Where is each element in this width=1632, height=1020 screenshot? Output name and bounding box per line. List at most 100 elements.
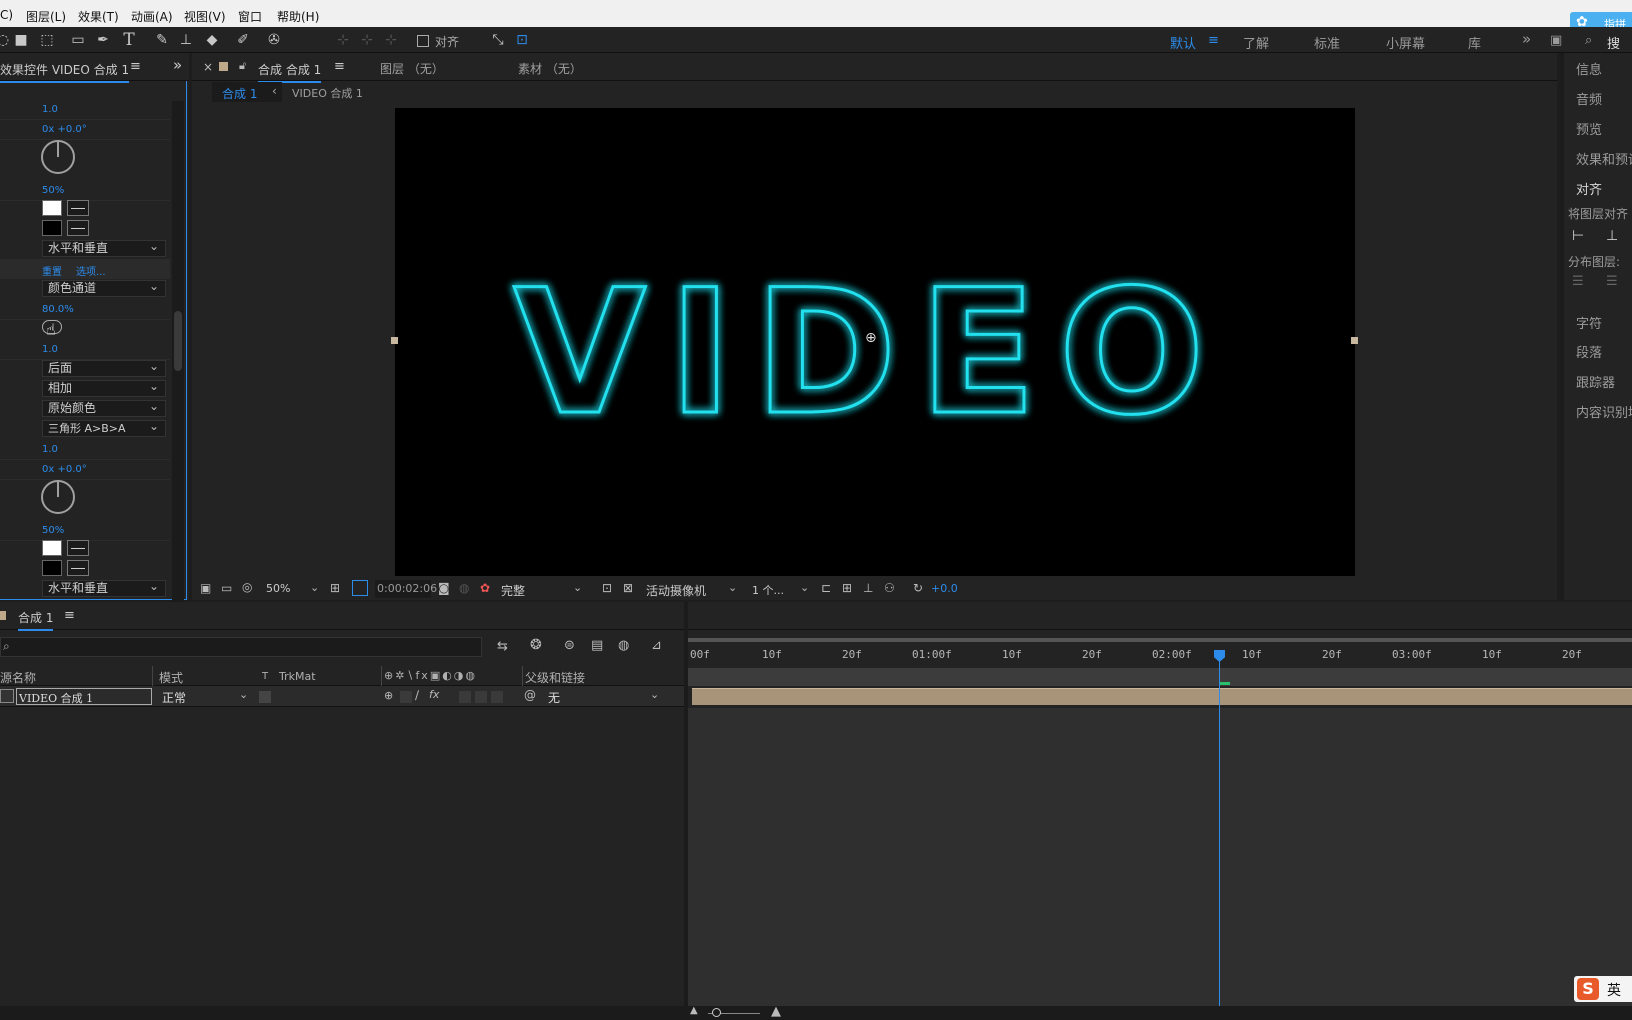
search-icon[interactable]: ⌕ (1585, 33, 1592, 48)
motion-blur-switch[interactable] (475, 691, 487, 703)
reset-link[interactable]: 重置 (42, 263, 62, 278)
layer-name-field[interactable]: VIDEO 合成 1 (16, 688, 152, 705)
composition-tab[interactable]: 合成 合成 1 (258, 61, 322, 83)
eyedropper-icon[interactable] (67, 560, 89, 576)
eyedropper-icon[interactable] (67, 540, 89, 556)
panel-tracker[interactable]: 跟踪器 (1576, 372, 1615, 391)
parent-pickwhip-icon[interactable]: @ (524, 688, 536, 702)
param-value[interactable]: 1.0 (42, 104, 58, 115)
color-swatch-white[interactable] (42, 200, 62, 216)
breadcrumb-active[interactable]: 合成 1 ‹ (212, 82, 282, 102)
panel-paragraph[interactable]: 段落 (1576, 342, 1602, 361)
timecode-display[interactable]: 0:00:02:06 (375, 580, 437, 598)
rectangle-icon[interactable]: ▭ (69, 31, 87, 49)
overflow-chevron-icon[interactable]: » (1522, 30, 1531, 48)
param-value[interactable]: 1.0 (42, 444, 58, 455)
hide-shy-layers-icon[interactable]: ⊜ (564, 638, 575, 653)
panel-character[interactable]: 字符 (1576, 313, 1602, 332)
param-value[interactable]: 80.0% (42, 304, 74, 315)
color-swatch-black[interactable] (42, 220, 62, 236)
brush-icon[interactable]: ✎ (153, 31, 171, 49)
reset-exposure-icon[interactable]: ↻ (913, 581, 923, 595)
graph-editor-icon[interactable]: ⊿ (651, 638, 662, 653)
column-mode[interactable]: 模式 (159, 669, 183, 686)
show-snapshot-icon[interactable]: ◍ (459, 581, 469, 595)
eraser-icon[interactable]: ◆ (203, 31, 221, 49)
blend-dropdown[interactable]: 相加 (42, 379, 166, 397)
effect-controls-tab[interactable]: 效果控件 VIDEO 合成 1 ≡ » (0, 53, 189, 83)
pan-behind-icon[interactable]: ⬚ (38, 31, 56, 49)
adjustment-switch[interactable] (491, 691, 503, 703)
param-value[interactable]: 0x +0.0° (42, 124, 87, 135)
scrollbar-thumb[interactable] (174, 311, 182, 371)
menu-item-view[interactable]: 视图(V) (184, 8, 226, 25)
distribute-center-icon[interactable]: ☰ (1606, 274, 1618, 289)
options-link[interactable]: 选项... (76, 263, 106, 278)
composite-dropdown[interactable]: 后面 (42, 359, 166, 377)
footage-tab[interactable]: 素材 （无） (518, 60, 582, 77)
panel-audio[interactable]: 音频 (1576, 89, 1602, 108)
fast-previews-icon[interactable]: ⊞ (842, 581, 852, 595)
workspace-menu-icon[interactable]: ≡ (1208, 33, 1219, 48)
snap-target-icon[interactable]: ⊡ (513, 31, 531, 49)
param-value[interactable]: 0x +0.0° (42, 464, 87, 475)
waveform-dropdown[interactable]: 三角形 A>B>A (42, 419, 166, 437)
channel-dropdown[interactable]: 颜色通道 (42, 279, 166, 297)
exposure-value[interactable]: +0.0 (931, 582, 958, 595)
color-source-dropdown[interactable]: 原始颜色 (42, 399, 166, 417)
panel-info[interactable]: 信息 (1576, 59, 1602, 78)
collapse-switch[interactable] (400, 691, 412, 703)
zoom-slider-thumb[interactable] (712, 1008, 721, 1017)
layer-duration-bar[interactable] (692, 688, 1632, 705)
camera-dropdown[interactable]: 活动摄像机 ⌄ (642, 580, 740, 598)
toggle-pixel-aspect-icon[interactable]: ⊏ (821, 581, 831, 595)
color-swatch-black[interactable] (42, 560, 62, 576)
flowchart-icon[interactable]: ⚇ (884, 581, 895, 595)
angle-dial[interactable] (41, 140, 75, 174)
panel-effects-presets[interactable]: 效果和预设 (1576, 149, 1632, 168)
distribute-top-icon[interactable]: ☰ (1572, 274, 1584, 289)
menu-item-window[interactable]: 窗口 (238, 8, 262, 25)
layer-tab[interactable]: 图层 （无） (380, 60, 444, 77)
zoom-out-icon[interactable]: ▲ (690, 1005, 698, 1016)
work-area-bar[interactable] (688, 638, 1632, 642)
region-of-interest-icon[interactable]: ⊡ (602, 581, 612, 595)
blend-mode-dropdown[interactable]: 正常 ⌄ (159, 688, 251, 705)
monitor-icon[interactable]: ▭ (221, 581, 232, 595)
composition-canvas[interactable]: VIDEO ⊕ (391, 108, 1358, 576)
align-checkbox[interactable] (417, 35, 429, 47)
column-trkmat[interactable]: TrkMat (279, 670, 316, 683)
always-preview-icon[interactable]: ▣ (200, 581, 211, 595)
lock-icon[interactable]: 🔓︎ (239, 59, 246, 73)
quality-dropdown[interactable]: 完整 ⌄ (497, 580, 585, 598)
timeline-tab[interactable]: 合成 1 (18, 609, 54, 631)
zoom-dropdown[interactable]: 50% ⌄ (262, 580, 322, 598)
param-value[interactable]: 1.0 (42, 344, 58, 355)
transparency-grid-icon[interactable] (352, 580, 368, 596)
eyedropper-icon[interactable] (67, 200, 89, 216)
orbit-icon[interactable]: ◌ (0, 31, 12, 49)
panel-preview[interactable]: 预览 (1576, 119, 1602, 138)
layer-search-input[interactable]: ⌕ (0, 637, 482, 657)
breadcrumb-item[interactable]: VIDEO 合成 1 (292, 85, 363, 101)
type-icon[interactable]: T (120, 31, 138, 49)
workspace-learn[interactable]: 了解 (1243, 33, 1269, 52)
menu-item-layer[interactable]: 图层(L) (26, 8, 66, 25)
pen-icon[interactable]: ✒ (94, 31, 112, 49)
zoom-in-icon[interactable]: ▲ (771, 1004, 781, 1019)
snap-icon[interactable]: ⤡ (489, 31, 507, 49)
axis-view-icon[interactable]: ⊹ (382, 31, 400, 49)
eyedropper-icon[interactable] (67, 220, 89, 236)
menu-item-effect[interactable]: 效果(T) (78, 8, 119, 25)
menu-item-animation[interactable]: 动画(A) (131, 8, 173, 25)
align-left-icon[interactable]: ⊢ (1572, 228, 1584, 244)
camera-icon[interactable]: ■ (12, 31, 30, 49)
workspace-small-screen[interactable]: 小屏幕 (1386, 33, 1425, 52)
table-row[interactable]: VIDEO 合成 1 正常 ⌄ ⊕ ∕ fx @ 无 ⌄ (0, 686, 684, 707)
color-swatch-white[interactable] (42, 540, 62, 556)
panel-menu-icon[interactable]: ≡ (334, 59, 345, 74)
close-tab-icon[interactable]: × (203, 60, 213, 74)
panel-expand-icon[interactable]: » (173, 56, 182, 74)
fx-switch-icon[interactable]: fx (429, 688, 439, 701)
puppet-pin-icon[interactable]: ✇ (265, 31, 283, 49)
